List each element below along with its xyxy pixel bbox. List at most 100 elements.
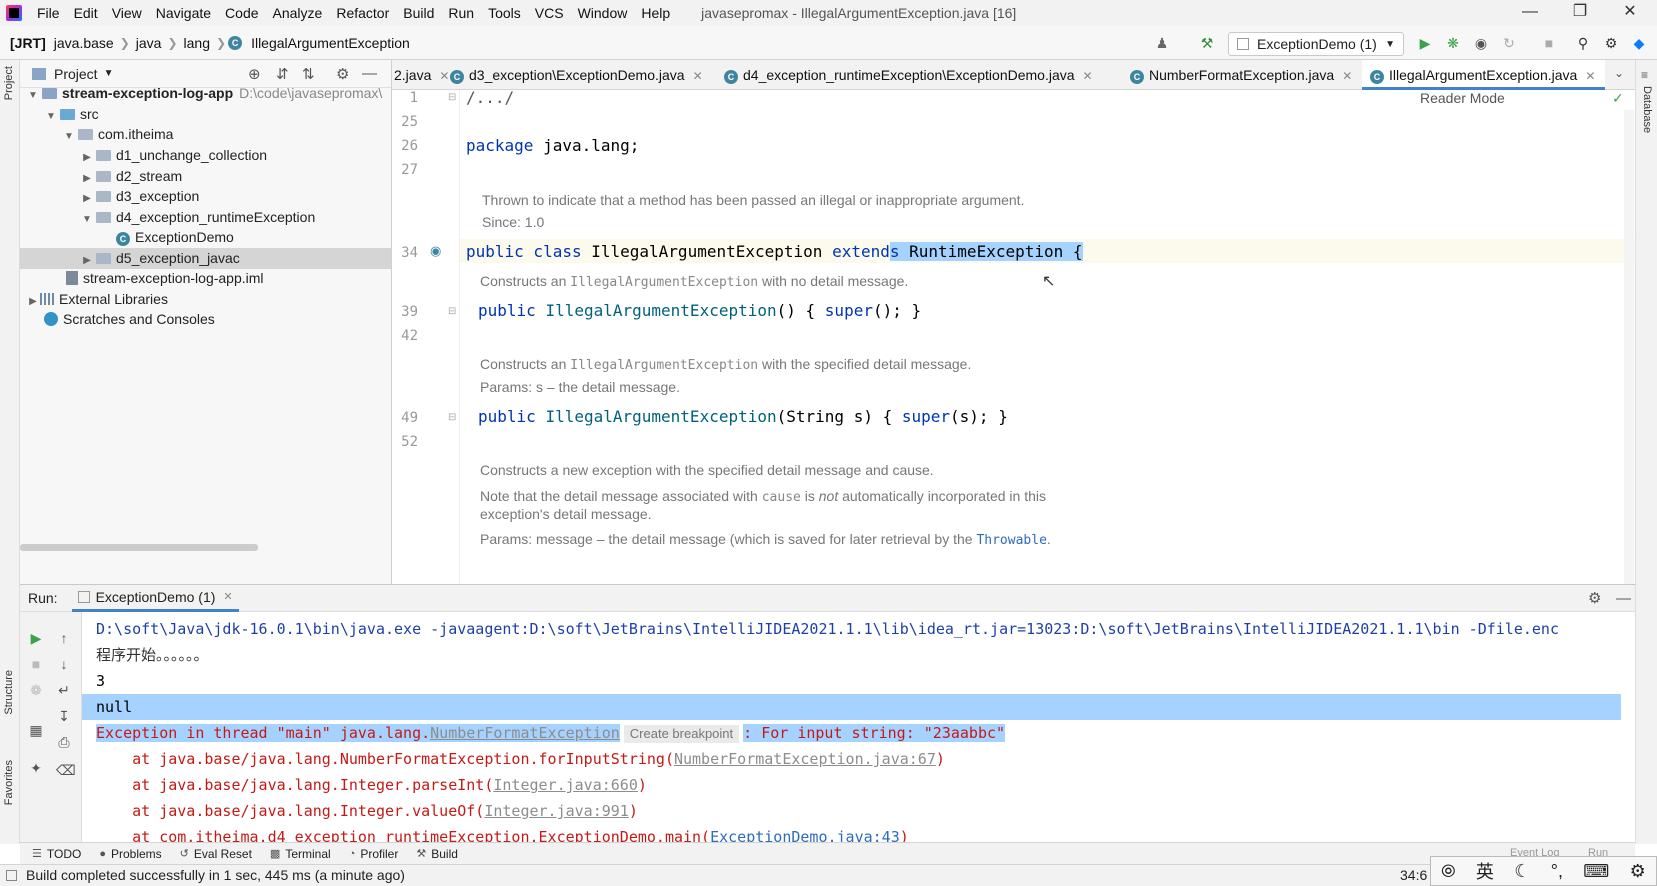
source-link[interactable]: Integer.java:991 — [484, 802, 629, 820]
close-icon[interactable]: ✕ — [693, 69, 703, 83]
tree-item-d1[interactable]: ▶ d1_unchange_collection — [20, 145, 391, 166]
code-editor[interactable]: 1 25 26 27 34 ◉ 39 42 49 52 ⊟ ⊟ ⊟ Reader… — [392, 90, 1635, 584]
favorites-tool-tab[interactable]: Favorites — [3, 760, 15, 805]
terminal-tool-button[interactable]: ▩ Terminal — [270, 847, 331, 861]
menu-edit[interactable]: Edit — [67, 5, 105, 21]
create-breakpoint-button[interactable]: Create breakpoint — [623, 725, 740, 743]
fold-icon[interactable]: ⊟ — [448, 92, 456, 103]
ime-language-toggle[interactable]: 英 — [1476, 858, 1494, 884]
moon-icon[interactable]: ☾ — [1514, 861, 1530, 882]
print-icon[interactable]: ⎙ — [56, 734, 72, 750]
caret-position[interactable]: 34:6 — [1400, 865, 1427, 886]
stop-icon[interactable]: ■ — [28, 656, 44, 672]
database-tool-tab[interactable]: Database — [1641, 86, 1653, 133]
hide-icon[interactable]: — — [362, 65, 377, 82]
tab-illegalargumentexception[interactable]: C IllegalArgumentException.java ✕ — [1362, 60, 1606, 90]
layout-icon[interactable]: ▦ — [28, 722, 44, 738]
menu-refactor[interactable]: Refactor — [329, 5, 396, 21]
tree-item-src[interactable]: ▼ src — [20, 104, 391, 125]
fold-icon[interactable]: ⊟ — [448, 306, 456, 317]
toolbox-icon[interactable]: ◆ — [1630, 34, 1648, 52]
tree-item-d3[interactable]: ▶ d3_exception — [20, 186, 391, 207]
todo-tool-button[interactable]: ☰ TODO — [32, 847, 81, 861]
tree-item-d4[interactable]: ▼ d4_exception_runtimeException — [20, 207, 391, 228]
run-config-select[interactable]: ExceptionDemo (1) ▼ — [1228, 32, 1404, 56]
tree-item-exceptiondemo[interactable]: C ExceptionDemo — [20, 227, 391, 248]
minimize-icon[interactable]: — — [1502, 0, 1558, 26]
breadcrumb-java-base[interactable]: java.base — [50, 35, 118, 51]
tree-item-scratches[interactable]: Scratches and Consoles — [20, 309, 391, 330]
tree-item-external-libraries[interactable]: ▶ External Libraries — [20, 289, 391, 310]
tree-item-project-root[interactable]: ▼ stream-exception-log-app D:\code\javasep… — [20, 83, 391, 104]
close-icon[interactable]: ✕ — [223, 590, 232, 603]
project-tool-tab[interactable]: Project — [3, 66, 15, 100]
expand-all-icon[interactable]: ⇵ — [276, 65, 289, 83]
stop-icon[interactable]: ■ — [1540, 34, 1558, 52]
gear-icon[interactable]: ⚙ — [1630, 861, 1646, 882]
punctuation-icon[interactable]: °, — [1551, 861, 1563, 882]
tab-2-java[interactable]: 2.java ✕ — [392, 60, 449, 90]
eval-reset-tool-button[interactable]: ↺ Eval Reset — [180, 847, 252, 861]
settings-icon[interactable]: ⚙ — [1602, 34, 1620, 52]
menu-run[interactable]: Run — [441, 5, 481, 21]
user-icon[interactable]: ♟ — [1153, 34, 1171, 52]
menu-view[interactable]: View — [105, 5, 149, 21]
close-icon[interactable]: ✕ — [1585, 69, 1595, 83]
build-tool-button[interactable]: ⚒ Build — [416, 847, 458, 861]
menu-vcs[interactable]: VCS — [528, 5, 571, 21]
horizontal-scrollbar[interactable] — [20, 544, 258, 551]
close-icon[interactable]: ✕ — [1083, 69, 1093, 83]
scroll-to-end-icon[interactable]: ↧ — [56, 708, 72, 724]
keyboard-icon[interactable]: ⌨ — [1583, 861, 1609, 882]
source-link[interactable]: NumberFormatException.java:67 — [674, 750, 936, 768]
structure-tool-tab[interactable]: Structure — [3, 670, 15, 715]
profiler-tool-button[interactable]: ◔ Profiler — [349, 847, 399, 861]
tab-numberformatexception[interactable]: C NumberFormatException.java ✕ — [1122, 60, 1352, 90]
gear-icon[interactable]: ⚙ — [1588, 589, 1601, 607]
search-icon[interactable]: ⚲ — [1574, 34, 1592, 52]
ime-logo-icon[interactable]: ⦾ — [1441, 861, 1455, 882]
console-output[interactable]: D:\soft\Java\jdk-16.0.1\bin\java.exe -ja… — [82, 612, 1635, 842]
arrow-up-icon[interactable]: ↑ — [56, 630, 72, 646]
breadcrumb-java[interactable]: java — [132, 35, 166, 51]
chevron-down-icon[interactable]: ▼ — [104, 68, 114, 79]
reader-mode-toggle[interactable]: Reader Mode — [1420, 90, 1505, 106]
tree-item-d5[interactable]: ▶ d5_exception_javac — [20, 248, 391, 269]
breadcrumb-jrt[interactable]: [JRT] — [0, 35, 50, 51]
project-view-selector[interactable]: Project — [54, 66, 98, 82]
menu-tools[interactable]: Tools — [481, 5, 528, 21]
pin-icon[interactable]: ✦ — [28, 760, 44, 776]
tree-item-com-itheima[interactable]: ▼ com.itheima — [20, 124, 391, 145]
rerun-icon[interactable]: ▶ — [28, 630, 44, 646]
hide-icon[interactable]: — — [1616, 590, 1631, 607]
menu-build[interactable]: Build — [396, 5, 441, 21]
menu-file[interactable]: File — [30, 5, 67, 21]
tab-d3-exceptiondemo[interactable]: Cd3_exception\ExceptionDemo.java ✕ — [442, 60, 703, 90]
vertical-scrollbar[interactable] — [1624, 110, 1634, 584]
run-tab[interactable]: ExceptionDemo (1) ✕ — [71, 584, 239, 612]
tree-item-iml[interactable]: stream-exception-log-app.iml — [20, 268, 391, 289]
exception-link[interactable]: NumberFormatException — [430, 724, 620, 742]
menu-code[interactable]: Code — [218, 5, 265, 21]
breadcrumb-class[interactable]: IllegalArgumentException — [247, 35, 414, 51]
close-icon[interactable]: ✕ — [1342, 69, 1352, 83]
trash-icon[interactable]: ⌫ — [56, 762, 76, 778]
menu-navigate[interactable]: Navigate — [149, 5, 218, 21]
locate-icon[interactable]: ⊕ — [248, 65, 261, 83]
run-icon[interactable]: ▶ — [1416, 34, 1434, 52]
menu-help[interactable]: Help — [634, 5, 677, 21]
tree-item-d2[interactable]: ▶ d2_stream — [20, 166, 391, 187]
hammer-icon[interactable]: ⚒ — [1198, 34, 1216, 52]
folded-header[interactable]: /.../ — [466, 90, 514, 107]
fold-icon[interactable]: ⊟ — [448, 412, 456, 423]
problems-tool-button[interactable]: ● Problems — [99, 847, 161, 861]
status-toggle-icon[interactable] — [6, 870, 17, 881]
restore-icon[interactable]: ❐ — [1552, 0, 1608, 26]
close-window-icon[interactable]: ✕ — [1602, 0, 1657, 26]
debug-icon[interactable]: ❋ — [1444, 34, 1462, 52]
coverage-icon[interactable]: ◉ — [1472, 34, 1490, 52]
profile-icon[interactable]: ↻ — [1500, 34, 1518, 52]
tab-d4-exceptiondemo[interactable]: Cd4_exception_runtimeException\Exception… — [716, 60, 1093, 90]
overridden-marker-icon[interactable]: ◉ — [430, 243, 441, 259]
arrow-down-icon[interactable]: ↓ — [56, 656, 72, 672]
